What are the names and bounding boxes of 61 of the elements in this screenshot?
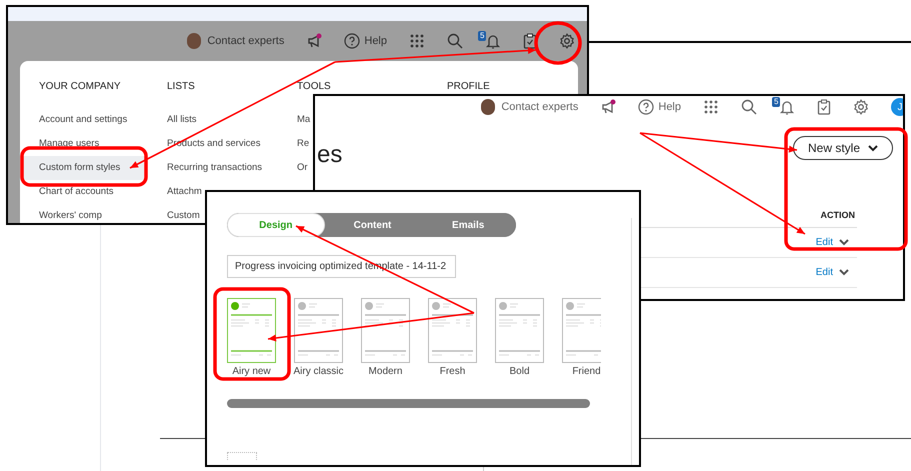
column-header: ACTION — [820, 208, 855, 222]
menu-heading: TOOLS — [297, 80, 331, 94]
template-label[interactable]: Airy new — [232, 364, 271, 379]
page-title: es — [317, 140, 344, 170]
help-icon[interactable] — [344, 33, 360, 49]
template-label[interactable]: Friend — [572, 364, 601, 379]
menu-item[interactable]: Re — [297, 132, 310, 156]
settings-icon[interactable] — [853, 99, 869, 115]
highlight-circle — [534, 21, 582, 65]
new-style-button[interactable]: New style — [792, 136, 893, 160]
menu-heading: YOUR COMPANY — [39, 80, 120, 94]
template-label[interactable]: Modern — [368, 364, 402, 379]
clipboard-icon[interactable] — [817, 99, 831, 115]
menu-item[interactable]: Custom form styles — [20, 156, 145, 180]
search-icon[interactable] — [447, 33, 463, 49]
chevron-down-icon[interactable] — [868, 144, 878, 152]
megaphone-icon[interactable] — [306, 33, 322, 49]
template-label[interactable]: Airy classic — [294, 364, 344, 379]
chevron-down-icon[interactable] — [839, 239, 849, 246]
menu-item[interactable]: Chart of accounts — [39, 180, 114, 204]
template-label[interactable]: Bold — [509, 364, 530, 379]
bell-icon[interactable] — [485, 33, 501, 49]
contact-experts-link[interactable]: Contact experts — [207, 32, 284, 50]
invoice-template-thumbnail[interactable] — [495, 298, 544, 363]
chevron-down-icon[interactable] — [839, 269, 849, 276]
help-icon[interactable] — [638, 99, 654, 115]
apps-grid-icon[interactable] — [409, 33, 425, 49]
invoice-template-thumbnail[interactable] — [361, 298, 410, 363]
menu-item[interactable]: Attachm — [167, 180, 202, 204]
invoice-template-thumbnail[interactable] — [227, 298, 276, 363]
clipboard-icon[interactable] — [523, 33, 537, 49]
invoice-template-thumbnail[interactable] — [562, 298, 601, 363]
help-link[interactable]: Help — [658, 98, 681, 116]
menu-item[interactable]: Workers' comp — [39, 204, 102, 223]
settings-icon[interactable] — [559, 33, 575, 49]
notification-badge: 5 — [772, 97, 780, 107]
menu-item[interactable]: All lists — [167, 108, 197, 132]
edit-link[interactable]: Edit — [816, 235, 833, 250]
edit-link[interactable]: Edit — [816, 265, 833, 280]
scrollbar[interactable] — [227, 399, 590, 408]
invoice-template-thumbnail[interactable] — [294, 298, 343, 363]
menu-item[interactable]: Custom — [167, 204, 200, 223]
menu-heading: PROFILE — [447, 80, 490, 94]
notification-badge: 5 — [478, 31, 486, 41]
help-link[interactable]: Help — [364, 32, 387, 50]
menu-item[interactable]: Recurring transactions — [167, 156, 262, 180]
megaphone-icon[interactable] — [600, 99, 616, 115]
menu-item[interactable]: Ma — [297, 108, 310, 132]
avatar-icon — [187, 33, 202, 49]
placeholder-box — [227, 452, 257, 460]
template-label[interactable]: Fresh — [440, 364, 466, 379]
contact-experts-link[interactable]: Contact experts — [501, 98, 578, 116]
apps-grid-icon[interactable] — [703, 99, 719, 115]
menu-item[interactable]: Manage users — [39, 132, 100, 156]
bell-icon[interactable] — [779, 99, 795, 115]
search-icon[interactable] — [741, 99, 757, 115]
avatar-icon — [481, 99, 496, 115]
menu-item[interactable]: Or — [297, 156, 308, 180]
menu-heading: LISTS — [167, 80, 195, 94]
invoice-template-thumbnail[interactable] — [428, 298, 477, 363]
menu-item[interactable]: Account and settings — [39, 108, 128, 132]
